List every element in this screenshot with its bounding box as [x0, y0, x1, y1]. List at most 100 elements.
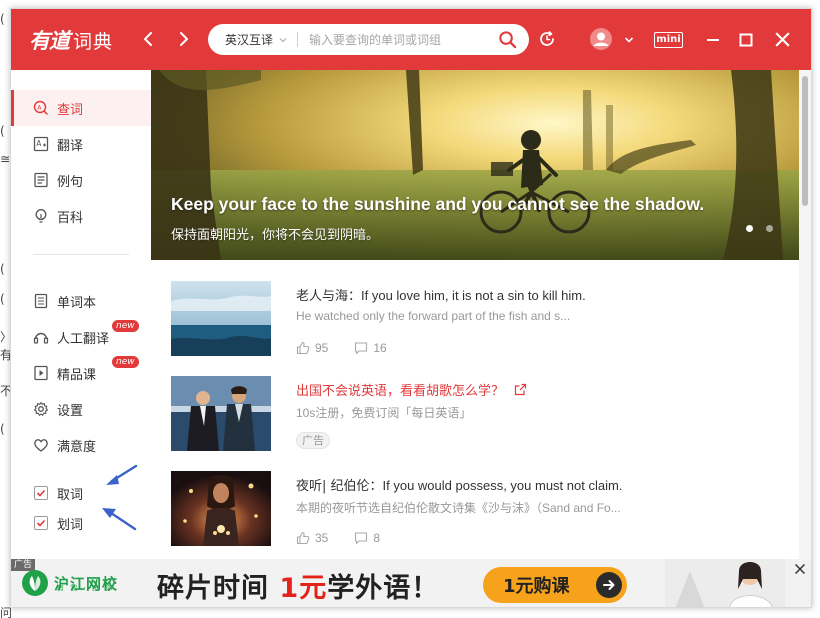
thumbs-up-icon — [296, 531, 310, 545]
new-badge: new — [112, 320, 139, 332]
ad-close-icon[interactable] — [793, 562, 807, 576]
bg-text-fragment: ( — [0, 262, 5, 276]
bulb-icon — [35, 209, 47, 223]
sidebar-item-sentences[interactable]: 例句 — [11, 162, 151, 198]
bg-text-fragment: ≅ — [0, 152, 11, 166]
carousel-dot-active[interactable] — [746, 225, 753, 232]
account-menu-chevron-icon[interactable] — [623, 34, 635, 46]
feed-subtitle: He watched only the forward part of the … — [296, 309, 571, 323]
ad-buy-button[interactable]: 1元购课 — [483, 567, 627, 603]
daily-sentence-banner[interactable]: Keep your face to the sunshine and you c… — [151, 70, 799, 260]
feed-scrollbar[interactable] — [799, 70, 811, 559]
like-button[interactable]: 95 — [296, 341, 328, 355]
sea-image — [171, 281, 271, 356]
mini-mode-button[interactable]: mini — [654, 32, 683, 48]
carousel-dot[interactable] — [766, 225, 773, 232]
maximize-icon[interactable] — [737, 31, 755, 49]
daily-sentence-chinese: 保持面朝阳光，你将不会见到阴暗。 — [171, 228, 380, 243]
check-label: 取词 — [57, 487, 84, 503]
chevron-right-icon — [180, 32, 188, 46]
language-select[interactable]: 英汉互译 — [208, 24, 288, 55]
ad-headline-post: 学外语！ — [327, 573, 440, 604]
sidebar-item-label: 翻译 — [57, 138, 84, 154]
ad-brand-slogan: 有 我 · 由 你 — [57, 584, 115, 592]
sidebar-item-wordbook[interactable]: 单词本 — [11, 283, 151, 319]
like-button[interactable]: 35 — [296, 531, 328, 545]
main-content: Keep your face to the sunshine and you c… — [151, 70, 799, 559]
sidebar-item-settings[interactable]: 设置 — [11, 391, 151, 427]
title-bar: 有道 词典 英汉互译 mini — [11, 9, 811, 70]
sidebar-item-lookup[interactable]: A 查词 — [11, 90, 151, 126]
course-icon — [34, 365, 48, 381]
scrollbar-thumb[interactable] — [802, 76, 808, 206]
ad-headline-price: 1元 — [279, 573, 328, 604]
new-badge: new — [112, 356, 139, 368]
sidebar-item-encyclopedia[interactable]: 百科 — [11, 198, 151, 234]
check-label: 划词 — [57, 517, 84, 533]
search-box: 英汉互译 — [208, 24, 529, 55]
language-select-label: 英汉互译 — [225, 33, 274, 47]
bg-text-fragment: ( — [0, 422, 5, 436]
bg-text-fragment: ( — [0, 292, 5, 306]
bg-text-fragment: ( — [0, 124, 5, 138]
daily-sentence-english: Keep your face to the sunshine and you c… — [171, 194, 705, 214]
svg-text:A: A — [36, 139, 42, 148]
feed-item-ad[interactable]: 出国不会说英语，看看胡歌怎么学？ 10s注册，免费订阅「每日英语」 广告 — [171, 376, 791, 456]
bottom-ad-banner[interactable]: 广告 沪江网校 有 我 · 由 你 碎片时间 1元学外语！ 1元购课 — [11, 559, 811, 607]
leaf-logo-icon — [22, 570, 48, 596]
interview-image — [171, 376, 271, 451]
comment-icon — [355, 342, 368, 355]
chevron-left-icon — [144, 32, 152, 46]
minimize-icon[interactable] — [704, 31, 722, 49]
thumbs-up-icon — [296, 341, 310, 355]
app-logo: 有道 词典 — [29, 26, 113, 54]
avatar-icon[interactable] — [589, 27, 613, 51]
feed-title-cn: 夜听| 纪伯伦： — [296, 479, 383, 494]
search-word-icon: A — [33, 100, 49, 116]
sentence-icon — [34, 172, 48, 188]
annotation-arrow-icon — [102, 508, 137, 531]
comment-button[interactable]: 16 — [354, 341, 387, 355]
annotation-arrow-icon — [106, 464, 138, 485]
like-count: 35 — [315, 531, 329, 545]
checkbox[interactable] — [34, 486, 48, 500]
sidebar-item-translate[interactable]: A 翻译 — [11, 126, 151, 162]
forward-button[interactable] — [171, 27, 195, 51]
heart-icon — [34, 439, 48, 452]
comment-count: 16 — [373, 341, 387, 355]
ad-headline-pre: 碎片时间 — [157, 573, 280, 604]
back-button[interactable] — [137, 27, 161, 51]
headset-icon — [33, 332, 49, 344]
sidebar-item-label: 百科 — [57, 210, 84, 226]
feed-item[interactable]: 老人与海：If you love him, it is not a sin to… — [171, 281, 791, 361]
sidebar-item-feedback[interactable]: 满意度 — [11, 427, 151, 463]
feed-title-en: If you would possess, you must not claim… — [382, 478, 623, 493]
search-icon[interactable] — [498, 30, 517, 49]
gear-icon — [33, 401, 49, 416]
feed-stats: 95 16 — [296, 341, 413, 355]
comment-button[interactable]: 8 — [354, 531, 380, 545]
feed-title: 夜听| 纪伯伦：If you would possess, you must n… — [296, 475, 622, 494]
chevron-down-icon — [279, 37, 287, 42]
close-icon[interactable] — [773, 30, 792, 49]
arrow-right-icon — [596, 572, 622, 598]
feed-subtitle: 本期的夜听节选自纪伯伦散文诗集《沙与沫》（Sand and Fo... — [296, 501, 621, 515]
sidebar-divider — [33, 254, 129, 255]
sidebar-item-label: 查词 — [57, 102, 84, 118]
ad-headline: 碎片时间 1元学外语！ — [157, 566, 439, 605]
svg-text:A: A — [37, 105, 42, 112]
comment-icon — [355, 532, 368, 545]
logo-text: 词典 — [73, 30, 114, 53]
check-icon — [36, 489, 46, 497]
sidebar-item-label: 满意度 — [57, 439, 97, 455]
feed-item[interactable]: 夜听| 纪伯伦：If you would possess, you must n… — [171, 471, 791, 551]
daily-refresh-icon[interactable] — [537, 29, 557, 49]
search-input[interactable] — [309, 32, 495, 47]
feed-title-en: If you love him, it is not a sin to kill… — [361, 288, 586, 303]
feed-title: 出国不会说英语，看看胡歌怎么学？ — [296, 380, 527, 399]
comment-count: 8 — [373, 531, 381, 545]
feed-title: 老人与海：If you love him, it is not a sin to… — [296, 285, 586, 304]
logo-mark: 有道 — [29, 28, 70, 53]
checkbox[interactable] — [34, 516, 48, 530]
sidebar-item-label: 单词本 — [57, 295, 97, 311]
